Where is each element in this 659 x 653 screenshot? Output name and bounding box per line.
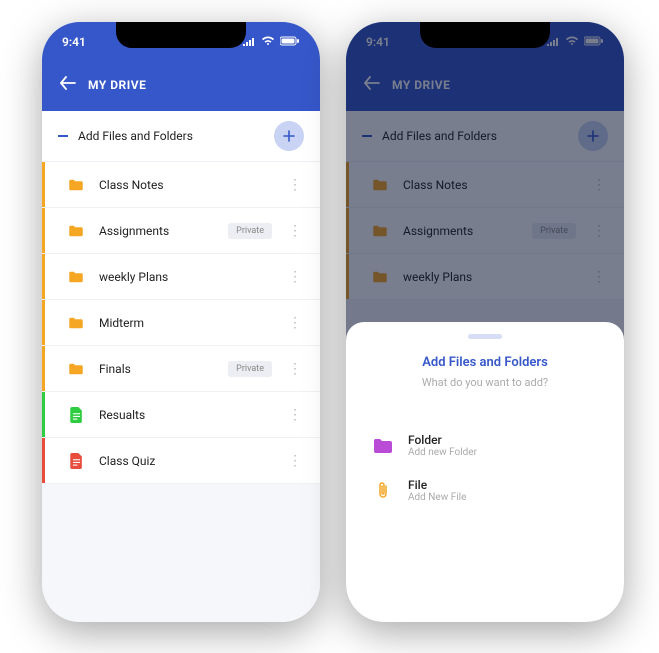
- privacy-badge: Private: [228, 223, 272, 239]
- more-icon[interactable]: ⋮: [284, 223, 306, 239]
- bottom-sheet: Add Files and Folders What do you want t…: [346, 322, 624, 622]
- item-label: weekly Plans: [99, 270, 272, 284]
- option-subtitle: Add New File: [408, 492, 466, 503]
- sheet-subtitle: What do you want to add?: [368, 376, 602, 389]
- more-icon[interactable]: ⋮: [284, 453, 306, 469]
- color-stripe: [42, 392, 45, 437]
- list-item[interactable]: Midterm ⋮: [42, 300, 320, 346]
- sheet-title: Add Files and Folders: [368, 355, 602, 370]
- option-title: Folder: [408, 433, 477, 447]
- folder-icon: [372, 435, 394, 457]
- add-files-label: Add Files and Folders: [78, 129, 264, 143]
- sheet-handle[interactable]: [468, 334, 502, 339]
- list-item[interactable]: weekly Plans ⋮: [42, 254, 320, 300]
- color-stripe: [42, 208, 45, 253]
- item-label: Midterm: [99, 316, 272, 330]
- option-folder[interactable]: Folder Add new Folder: [368, 423, 602, 468]
- phone-screen-sheet: 9:41 MY DRIVE: [346, 22, 624, 622]
- more-icon[interactable]: ⋮: [284, 407, 306, 423]
- phone-screen-list: 9:41 MY DRIVE: [42, 22, 320, 622]
- add-button[interactable]: [274, 121, 304, 151]
- drive-list: Class Notes⋮AssignmentsPrivate⋮weekly Pl…: [42, 162, 320, 484]
- item-label: Class Quiz: [99, 454, 272, 468]
- device-notch: [116, 22, 246, 48]
- folder-icon: [65, 225, 87, 237]
- file-icon: [65, 407, 87, 423]
- color-stripe: [42, 438, 45, 483]
- item-label: Resualts: [99, 408, 272, 422]
- more-icon[interactable]: ⋮: [284, 361, 306, 377]
- page-title: MY DRIVE: [88, 78, 146, 92]
- item-label: Finals: [99, 362, 216, 376]
- collapse-icon: [58, 135, 68, 137]
- privacy-badge: Private: [228, 361, 272, 377]
- color-stripe: [42, 162, 45, 207]
- battery-icon: [280, 35, 300, 49]
- folder-icon: [65, 363, 87, 375]
- status-time: 9:41: [62, 35, 86, 49]
- option-title: File: [408, 478, 466, 492]
- more-icon[interactable]: ⋮: [284, 269, 306, 285]
- plus-icon: [283, 130, 295, 142]
- folder-icon: [65, 179, 87, 191]
- add-files-row[interactable]: Add Files and Folders: [42, 111, 320, 162]
- color-stripe: [42, 254, 45, 299]
- folder-icon: [65, 317, 87, 329]
- list-item[interactable]: Resualts ⋮: [42, 392, 320, 438]
- option-file[interactable]: File Add New File: [368, 468, 602, 513]
- item-label: Assignments: [99, 224, 216, 238]
- folder-icon: [65, 271, 87, 283]
- file-icon: [65, 453, 87, 469]
- list-item[interactable]: Class Notes ⋮: [42, 162, 320, 208]
- more-icon[interactable]: ⋮: [284, 315, 306, 331]
- wifi-icon: [261, 35, 275, 49]
- list-item[interactable]: Assignments Private ⋮: [42, 208, 320, 254]
- color-stripe: [42, 300, 45, 345]
- device-notch: [420, 22, 550, 48]
- list-item[interactable]: Class Quiz ⋮: [42, 438, 320, 484]
- color-stripe: [42, 346, 45, 391]
- more-icon[interactable]: ⋮: [284, 177, 306, 193]
- option-subtitle: Add new Folder: [408, 447, 477, 458]
- attachment-icon: [372, 480, 394, 502]
- item-label: Class Notes: [99, 178, 272, 192]
- back-icon[interactable]: [60, 76, 76, 93]
- list-item[interactable]: Finals Private ⋮: [42, 346, 320, 392]
